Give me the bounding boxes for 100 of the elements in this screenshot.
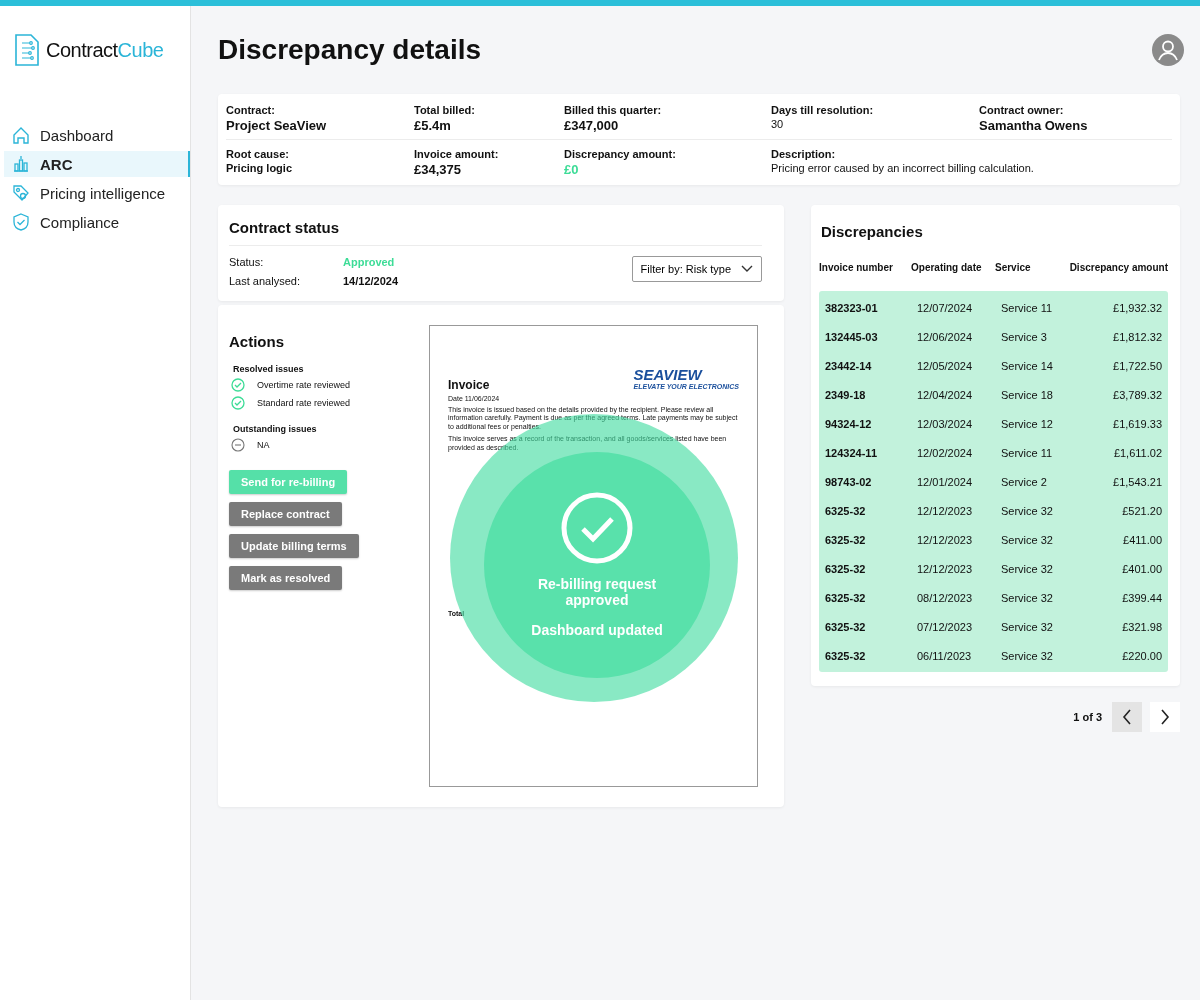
page-title: Discrepancy details xyxy=(218,34,482,66)
table-cell-text: 12/01/2024 xyxy=(917,475,974,488)
table-cell-text: £220.00 xyxy=(1121,649,1162,662)
field-value: Samantha Owens xyxy=(979,118,1089,133)
table-cell-text: Service 3 xyxy=(1001,330,1048,343)
check-circle-icon xyxy=(561,492,633,564)
table-cell-text: Service 11 xyxy=(1001,446,1054,459)
table-cell-text: £1,722.50 xyxy=(1112,359,1162,372)
table-cell-text: £3,789.32 xyxy=(1112,388,1162,401)
table-cell-text: 12/07/2024 xyxy=(917,301,974,314)
confirmation-message: Re-billing request approved xyxy=(536,576,658,608)
table-cell-text: 132445-03 xyxy=(825,330,879,343)
table-cell-text: 124324-11 xyxy=(825,446,878,459)
table-cell-text: Service 32 xyxy=(1001,533,1054,546)
table-cell-text: £1,543.21 xyxy=(1112,475,1162,488)
table-cell-text: 2349-18 xyxy=(825,388,867,401)
table-cell-text: 12/12/2023 xyxy=(917,504,974,517)
section-label: Outstanding issues xyxy=(233,424,318,434)
column-header: Discrepancy amount xyxy=(1068,262,1168,273)
filter-dropdown[interactable]: Filter by: Risk type xyxy=(631,256,762,282)
table-cell-text: 08/12/2023 xyxy=(917,591,974,604)
logo-text: ContractCube xyxy=(46,38,164,62)
sidebar-item[interactable]: Compliance xyxy=(4,209,190,235)
table-cell-text: Service 32 xyxy=(1001,562,1054,575)
next-page-button[interactable] xyxy=(1150,702,1180,732)
action-button[interactable]: Update billing terms xyxy=(229,534,359,558)
table-cell-text: 23442-14 xyxy=(825,359,873,372)
field-value: Pricing error caused by an incorrect billing calculation. xyxy=(771,162,1035,174)
table-cell-text: 94324-12 xyxy=(825,417,873,430)
field-value: £0 xyxy=(564,162,580,177)
table-cell-text: 12/04/2024 xyxy=(917,388,974,401)
invoice-title: Invoice xyxy=(448,378,490,392)
table-cell-text: Service 11 xyxy=(1001,301,1054,314)
bar-chart-icon xyxy=(12,155,30,173)
chevron-left-icon xyxy=(1122,709,1132,725)
table-cell-text: 6325-32 xyxy=(825,504,867,517)
avatar-icon[interactable] xyxy=(1152,34,1184,66)
action-button[interactable]: Replace contract xyxy=(229,502,342,526)
table-cell-text: £1,932.32 xyxy=(1112,301,1162,314)
section-label: Resolved issues xyxy=(233,364,305,374)
previous-page-button[interactable] xyxy=(1112,702,1142,732)
table-cell-text: 12/12/2023 xyxy=(917,562,974,575)
check-circle-icon xyxy=(231,378,245,392)
issue-text: NA xyxy=(257,440,270,450)
field-label: Last analysed: xyxy=(229,275,301,287)
table-cell-text: 07/12/2023 xyxy=(917,620,974,633)
table-cell-text: £1,619.33 xyxy=(1112,417,1162,430)
field-label: Discrepancy amount: xyxy=(564,148,677,160)
page-indicator: 1 of 3 xyxy=(1073,711,1102,723)
column-header: Invoice number xyxy=(819,262,894,273)
chevron-down-icon xyxy=(741,265,753,273)
table-cell-text: 12/05/2024 xyxy=(917,359,974,372)
table-cell-text: 12/02/2024 xyxy=(917,446,974,459)
table-cell-text: 6325-32 xyxy=(825,620,867,633)
table-cell-text: £399.44 xyxy=(1121,591,1162,604)
card-title: Contract status xyxy=(229,219,762,246)
table-cell-text: 98743-02 xyxy=(825,475,873,488)
issue-text: Overtime rate reviewed xyxy=(257,380,351,390)
card-title: Discrepancies xyxy=(820,223,924,240)
field-label: Days till resolution: xyxy=(771,104,875,116)
issue-text: Standard rate reviewed xyxy=(257,398,351,408)
table-cell-text: Service 32 xyxy=(1001,620,1054,633)
table-cell-text: 12/06/2024 xyxy=(917,330,974,343)
column-header: Operating date xyxy=(911,262,983,273)
field-value: Project SeaView xyxy=(226,118,328,133)
minus-circle-icon xyxy=(231,438,245,452)
field-label: Contract: xyxy=(226,104,276,116)
field-value: £5.4m xyxy=(414,118,452,133)
field-label: Total billed: xyxy=(414,104,476,116)
table-cell-text: 12/03/2024 xyxy=(917,417,974,430)
table-cell-text: Service 32 xyxy=(1001,591,1054,604)
table-cell-text: £401.00 xyxy=(1121,562,1162,575)
table-cell-text: 06/11/2023 xyxy=(917,649,973,662)
field-value: 14/12/2024 xyxy=(343,275,399,287)
table-cell-text: Service 12 xyxy=(1001,417,1054,430)
action-button[interactable]: Mark as resolved xyxy=(229,566,343,590)
table-cell-text: 12/12/2023 xyxy=(917,533,974,546)
sidebar-item[interactable]: Dashboard xyxy=(4,122,190,148)
sidebar-item[interactable]: Pricing intelligence xyxy=(4,180,190,206)
field-value: Approved xyxy=(343,256,395,268)
field-value: Pricing logic xyxy=(226,162,293,174)
table-cell-text: 6325-32 xyxy=(825,562,867,575)
sidebar-item[interactable]: ARC xyxy=(4,151,190,177)
table-cell-text: 382323-01 xyxy=(825,301,879,314)
field-label: Billed this quarter: xyxy=(564,104,663,116)
field-value: 30 xyxy=(771,118,785,130)
field-label: Description: xyxy=(771,148,837,160)
table-cell-text: 6325-32 xyxy=(825,649,867,662)
table-cell-text: Service 14 xyxy=(1001,359,1054,372)
card-title: Actions xyxy=(229,333,285,350)
column-header: Service xyxy=(995,262,1032,273)
field-label: Invoice amount: xyxy=(414,148,500,160)
table-cell-text: £321.98 xyxy=(1121,620,1162,633)
table-cell-text: Service 18 xyxy=(1001,388,1054,401)
table-cell-text: 6325-32 xyxy=(825,591,867,604)
table-cell-text: Service 2 xyxy=(1001,475,1048,488)
table-cell-text: Service 32 xyxy=(1001,649,1054,662)
table-cell-text: Service 32 xyxy=(1001,504,1054,517)
field-value: £347,000 xyxy=(564,118,620,133)
table-cell-text: 6325-32 xyxy=(825,533,867,546)
